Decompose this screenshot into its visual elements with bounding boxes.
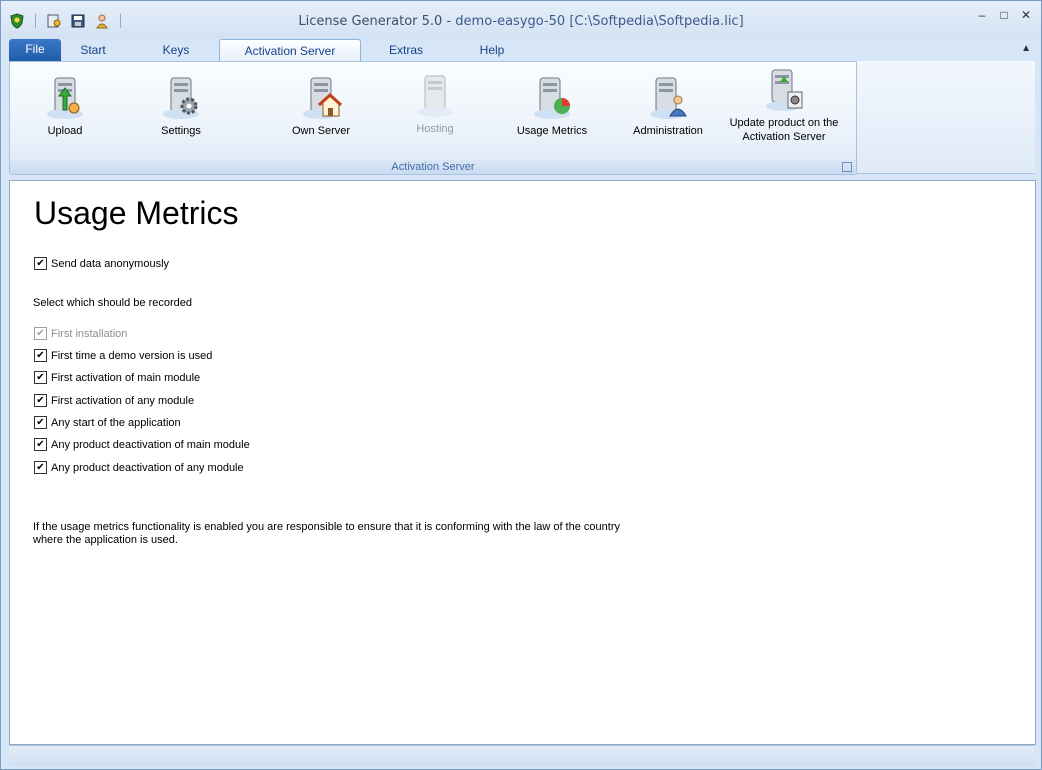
title-bar: License Generator 5.0 - demo-easygo-50 […	[1, 1, 1041, 39]
option-label: Any product deactivation of main module	[51, 438, 250, 451]
ribbon-minimize-icon[interactable]: ▲	[1021, 43, 1031, 54]
ribbon-tabs: File Start Keys Activation Server Extras…	[1, 39, 1041, 62]
tab-file[interactable]: File	[9, 39, 61, 61]
first-activation-any-checkbox[interactable]: ✔ First activation of any module	[34, 394, 194, 407]
maximize-button[interactable]: □	[995, 7, 1013, 23]
settings-button[interactable]: Settings	[148, 74, 214, 138]
administration-button[interactable]: Administration	[626, 74, 710, 138]
own-server-button[interactable]: Own Server	[286, 74, 356, 138]
tab-keys[interactable]: Keys	[141, 39, 211, 61]
legal-note-line2: where the application is used.	[33, 534, 178, 546]
deactivation-any-checkbox[interactable]: ✔ Any product deactivation of any module	[34, 461, 244, 474]
first-demo-checkbox[interactable]: ✔ First time a demo version is used	[34, 349, 212, 362]
usage-metrics-icon	[528, 74, 576, 122]
send-anonymously-label: Send data anonymously	[51, 257, 170, 270]
tab-start[interactable]: Start	[63, 39, 123, 61]
option-label: First activation of any module	[51, 394, 195, 407]
upload-button[interactable]: Upload	[32, 74, 98, 138]
minimize-button[interactable]: –	[973, 7, 991, 23]
checkbox-checked-disabled: ✔	[34, 327, 47, 340]
update-label-line1: Update product on the	[729, 117, 839, 129]
tab-activation-server[interactable]: Activation Server	[219, 39, 361, 62]
hosting-button[interactable]: Hosting	[402, 72, 468, 136]
house-server-icon	[297, 74, 345, 122]
deactivation-main-checkbox[interactable]: ✔ Any product deactivation of main modul…	[34, 438, 250, 451]
hosting-label: Hosting	[416, 123, 454, 135]
window-title: License Generator 5.0 - demo-easygo-50 […	[1, 14, 1041, 29]
tab-extras[interactable]: Extras	[371, 39, 441, 61]
settings-label: Settings	[161, 125, 201, 137]
checkbox-checked[interactable]: ✔	[34, 461, 47, 474]
send-anonymously-checkbox[interactable]: ✔ Send data anonymously	[34, 257, 169, 270]
document-title: demo-easygo-50 [C:\Softpedia\Softpedia.l…	[455, 14, 744, 29]
app-window: License Generator 5.0 - demo-easygo-50 […	[0, 0, 1042, 770]
option-label: First installation	[51, 327, 128, 340]
first-installation-checkbox: ✔ First installation	[34, 327, 127, 340]
checkbox-checked[interactable]: ✔	[34, 371, 47, 384]
dialog-launcher-icon[interactable]	[842, 162, 852, 172]
page-title: Usage Metrics	[34, 195, 239, 231]
title-separator: -	[442, 14, 456, 29]
app-title: License Generator 5.0	[298, 14, 443, 29]
checkbox-checked[interactable]: ✔	[34, 438, 47, 451]
checkbox-checked[interactable]: ✔	[34, 394, 47, 407]
own-server-label: Own Server	[291, 125, 351, 137]
update-product-button[interactable]: Update product on the Activation Server	[722, 68, 846, 144]
administration-label: Administration	[633, 125, 703, 137]
usage-metrics-label: Usage Metrics	[516, 125, 588, 137]
ribbon-empty-area	[857, 61, 1035, 174]
option-label: First time a demo version is used	[51, 349, 213, 362]
usage-metrics-button[interactable]: Usage Metrics	[510, 74, 594, 138]
update-server-icon	[760, 68, 808, 116]
hosting-server-icon	[411, 72, 459, 120]
checkbox-checked[interactable]: ✔	[34, 257, 47, 270]
checkbox-checked[interactable]: ✔	[34, 416, 47, 429]
checkbox-checked[interactable]: ✔	[34, 349, 47, 362]
option-label: Any product deactivation of any module	[51, 461, 244, 474]
any-start-checkbox[interactable]: ✔ Any start of the application	[34, 416, 181, 429]
tab-help[interactable]: Help	[459, 39, 525, 61]
ribbon-group-activation-server: Upload Settings Own Server Hosting Usage	[9, 61, 857, 175]
legal-note-line1: If the usage metrics functionality is en…	[33, 521, 620, 533]
settings-server-icon	[157, 74, 205, 122]
status-bar	[9, 745, 1034, 766]
close-button[interactable]: ✕	[1017, 7, 1035, 23]
upload-server-icon	[41, 74, 89, 122]
select-recorded-label: Select which should be recorded	[33, 297, 192, 309]
administration-icon	[644, 74, 692, 122]
option-label: First activation of main module	[51, 371, 201, 384]
update-label-line2: Activation Server	[742, 131, 826, 143]
update-product-label: Update product on the Activation Server	[722, 116, 846, 144]
upload-label: Upload	[47, 125, 83, 137]
legal-note: If the usage metrics functionality is en…	[33, 521, 633, 547]
option-label: Any start of the application	[51, 416, 181, 429]
usage-metrics-panel: Usage Metrics ✔ Send data anonymously Se…	[9, 180, 1036, 745]
first-activation-main-checkbox[interactable]: ✔ First activation of main module	[34, 371, 200, 384]
window-controls: – □ ✕	[973, 7, 1035, 23]
ribbon-group-label: Activation Server	[10, 160, 856, 174]
